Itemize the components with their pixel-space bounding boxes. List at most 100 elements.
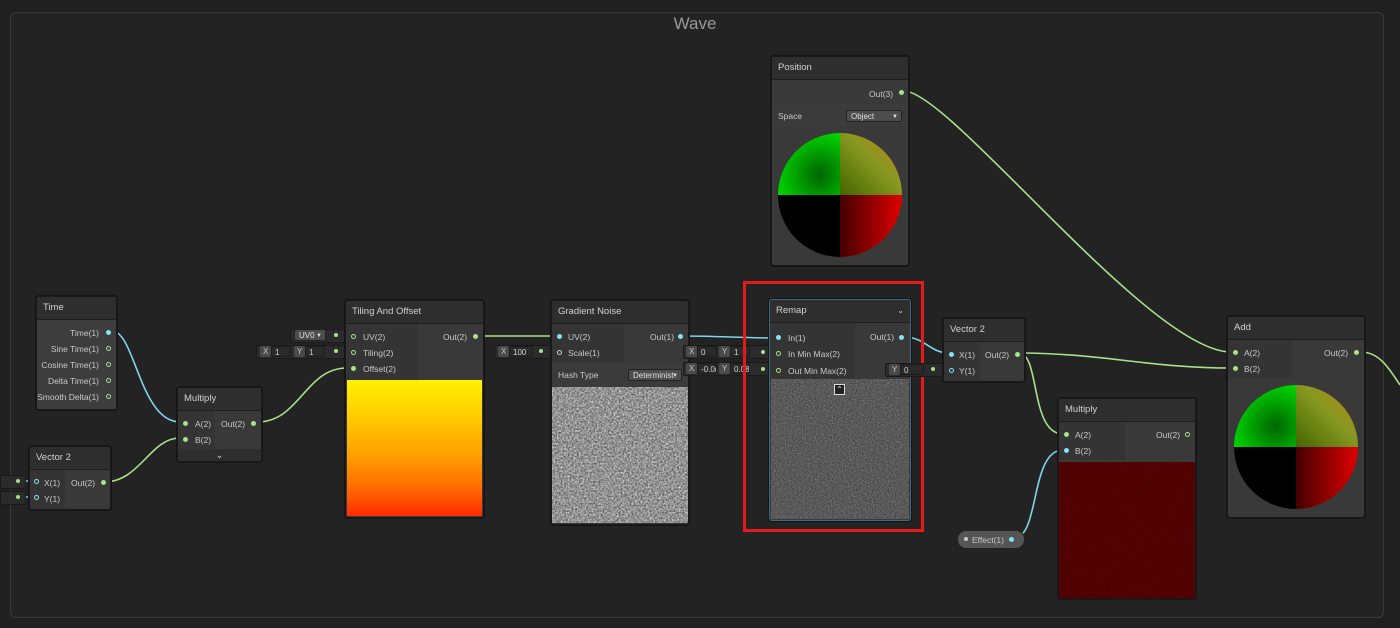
port-label: Offset(2)	[363, 364, 396, 374]
in-y-label: Y	[719, 346, 731, 357]
port-label: B(2)	[195, 435, 212, 445]
port-label: Out(2)	[221, 419, 246, 429]
out-x-field[interactable]: -0.0(	[697, 363, 717, 374]
port-label: X(1)	[959, 350, 976, 360]
port-label: Cosine Time(1)	[41, 360, 99, 370]
port-dot[interactable]	[1233, 350, 1238, 355]
port-dot[interactable]	[351, 366, 356, 371]
port-dot[interactable]	[1185, 432, 1190, 437]
preview-sphere	[778, 133, 902, 257]
tiling-y-label: Y	[294, 346, 306, 357]
port-dot[interactable]	[473, 334, 478, 339]
port-dot[interactable]	[1233, 366, 1238, 371]
port-dot	[16, 479, 20, 483]
port-label: B(2)	[1244, 364, 1261, 374]
port-dot[interactable]	[1064, 432, 1069, 437]
x-input-field[interactable]	[0, 475, 26, 489]
preview-sphere	[1234, 385, 1358, 509]
port-dot[interactable]	[351, 350, 356, 355]
in-x-field[interactable]: 0	[697, 346, 717, 357]
port-label: UV(2)	[363, 332, 386, 342]
port-dot	[539, 349, 543, 353]
port-label: Scale(1)	[568, 348, 600, 358]
port-dot[interactable]	[899, 90, 904, 95]
port-dot[interactable]	[949, 368, 954, 373]
space-dropdown[interactable]: Object ▼	[846, 110, 902, 122]
port-label: Out(3)	[869, 89, 894, 99]
y-input-field[interactable]	[0, 491, 26, 505]
port-dot[interactable]	[106, 330, 111, 335]
highlight-box	[743, 281, 924, 532]
port-dot[interactable]	[106, 346, 111, 351]
port-label: Out(2)	[985, 350, 1010, 360]
port-dot[interactable]	[251, 421, 256, 426]
port-dot[interactable]	[1064, 448, 1069, 453]
vector2-mid-node[interactable]: Vector 2 X(1) Y(1) Out(2)	[943, 318, 1025, 382]
port-label: Time(1)	[70, 328, 99, 338]
uv-dropdown[interactable]: UV0 ▼	[294, 329, 326, 341]
group-title[interactable]: Wave	[0, 14, 1390, 34]
node-title: Add	[1228, 317, 1364, 340]
effect-property-node[interactable]: Effect(1)	[957, 530, 1025, 549]
port-dot	[931, 367, 935, 371]
port-dot	[334, 333, 338, 337]
port-dot[interactable]	[34, 479, 39, 484]
tiling-offset-node[interactable]: Tiling And Offset UV(2) Tiling(2) Offset…	[345, 300, 484, 518]
tiling-x-field[interactable]: 1	[271, 346, 291, 357]
node-title: Gradient Noise	[552, 301, 688, 324]
port-dot[interactable]	[101, 480, 106, 485]
add-node[interactable]: Add A(2) B(2) Out(2)	[1227, 316, 1365, 518]
port-label: Sine Time(1)	[50, 344, 99, 354]
port-label: Y(1)	[44, 494, 61, 504]
gradient-noise-node[interactable]: Gradient Noise UV(2) Scale(1) Out(1) Has…	[551, 300, 689, 525]
port-label: Out(2)	[443, 332, 468, 342]
port-dot[interactable]	[106, 362, 111, 367]
port-label: Out(2)	[71, 478, 96, 488]
port-label: Delta Time(1)	[47, 376, 99, 386]
chevron-down-icon: ▼	[672, 373, 678, 379]
port-dot[interactable]	[1015, 352, 1020, 357]
preview-image	[1059, 462, 1195, 598]
port-dot[interactable]	[106, 394, 111, 399]
multiply-right-node[interactable]: Multiply A(2) B(2) Out(2)	[1058, 398, 1196, 599]
scale-x-field[interactable]: 100	[509, 346, 533, 357]
port-label: A(2)	[1244, 348, 1261, 358]
preview-image	[552, 387, 688, 523]
port-dot[interactable]	[183, 437, 188, 442]
hash-type-dropdown[interactable]: Determinist ▼	[628, 369, 682, 381]
node-title: Vector 2	[944, 319, 1024, 342]
port-dot[interactable]	[678, 334, 683, 339]
port-dot[interactable]	[106, 378, 111, 383]
port-dot[interactable]	[557, 334, 562, 339]
y-field[interactable]: 0	[900, 364, 924, 375]
position-node[interactable]: Position Out(3) Space Object ▼	[771, 56, 909, 266]
vector2-left-node[interactable]: Vector 2 X(1) Y(1) Out(2)	[29, 446, 111, 510]
preview-image	[347, 380, 482, 516]
chevron-down-icon[interactable]: ⌄	[178, 449, 261, 461]
port-label: Out(1)	[650, 332, 675, 342]
out-y-label: Y	[719, 363, 731, 374]
node-title: Position	[772, 57, 908, 80]
port-dot	[964, 537, 968, 541]
chevron-down-icon: ▼	[316, 333, 322, 339]
node-title: Time	[37, 297, 116, 320]
scale-x-label: X	[498, 346, 510, 357]
port-dot[interactable]	[183, 421, 188, 426]
port-dot[interactable]	[949, 352, 954, 357]
time-node[interactable]: Time Time(1) Sine Time(1) Cosine Time(1)…	[36, 296, 117, 410]
chevron-down-icon: ▼	[892, 114, 898, 120]
port-dot[interactable]	[34, 495, 39, 500]
port-dot[interactable]	[557, 350, 562, 355]
tiling-x-label: X	[260, 346, 272, 357]
port-label: Out(2)	[1324, 348, 1349, 358]
port-label: Out(2)	[1156, 430, 1181, 440]
node-title: Multiply	[1059, 399, 1195, 422]
tiling-y-field[interactable]: 1	[305, 346, 325, 357]
node-title: Multiply	[178, 388, 261, 411]
port-dot[interactable]	[1009, 537, 1014, 542]
port-label: UV(2)	[568, 332, 591, 342]
multiply-left-node[interactable]: Multiply A(2) B(2) Out(2) ⌄	[177, 387, 262, 462]
port-dot[interactable]	[351, 334, 356, 339]
hash-type-label: Hash Type	[558, 370, 599, 380]
port-dot[interactable]	[1354, 350, 1359, 355]
